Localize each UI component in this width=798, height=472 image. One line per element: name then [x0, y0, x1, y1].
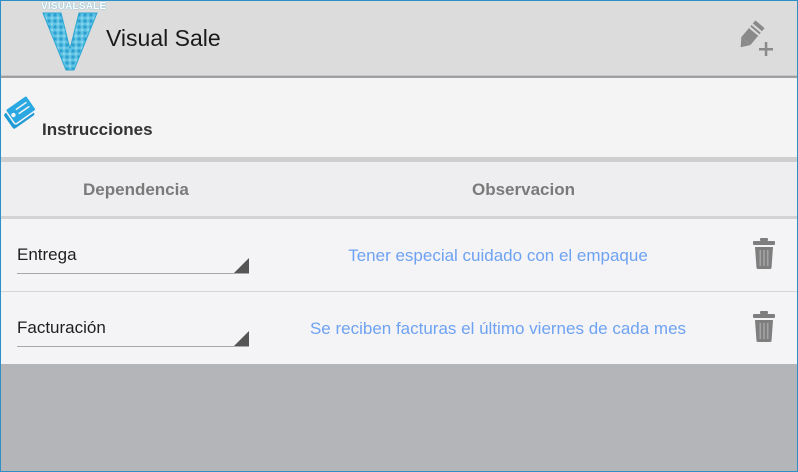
column-header-observacion: Observacion: [472, 180, 575, 199]
dropdown-arrow-icon: [234, 331, 249, 346]
app-window: VISUALSALE Visual Sale Instrucciones Dep…: [0, 0, 798, 472]
table-row: Facturación Se reciben facturas el últim…: [1, 292, 797, 364]
spinner-value: Facturación: [17, 318, 106, 337]
add-note-icon[interactable]: [737, 19, 777, 59]
app-title: Visual Sale: [106, 25, 221, 51]
section-title: Instrucciones: [42, 120, 153, 139]
visual-sale-logo: VISUALSALE: [41, 1, 107, 71]
table-header: Dependencia Observacion: [1, 162, 797, 216]
trash-icon[interactable]: [752, 236, 776, 270]
spinner-value: Entrega: [17, 245, 77, 264]
observacion-text[interactable]: Se reciben facturas el último viernes de…: [263, 319, 733, 339]
dependencia-spinner[interactable]: Facturación: [17, 316, 249, 347]
logo-text: VISUALSALE: [41, 1, 107, 12]
trash-icon[interactable]: [752, 309, 776, 343]
column-header-dependencia: Dependencia: [83, 180, 189, 199]
table-row: Entrega Tener especial cuidado con el em…: [1, 219, 797, 292]
observacion-text[interactable]: Tener especial cuidado con el empaque: [263, 246, 733, 266]
action-bar: VISUALSALE Visual Sale: [1, 1, 797, 76]
section-header: Instrucciones: [1, 78, 797, 157]
tags-icon: [1, 94, 41, 134]
dependencia-spinner[interactable]: Entrega: [17, 243, 249, 274]
dropdown-arrow-icon: [234, 258, 249, 273]
